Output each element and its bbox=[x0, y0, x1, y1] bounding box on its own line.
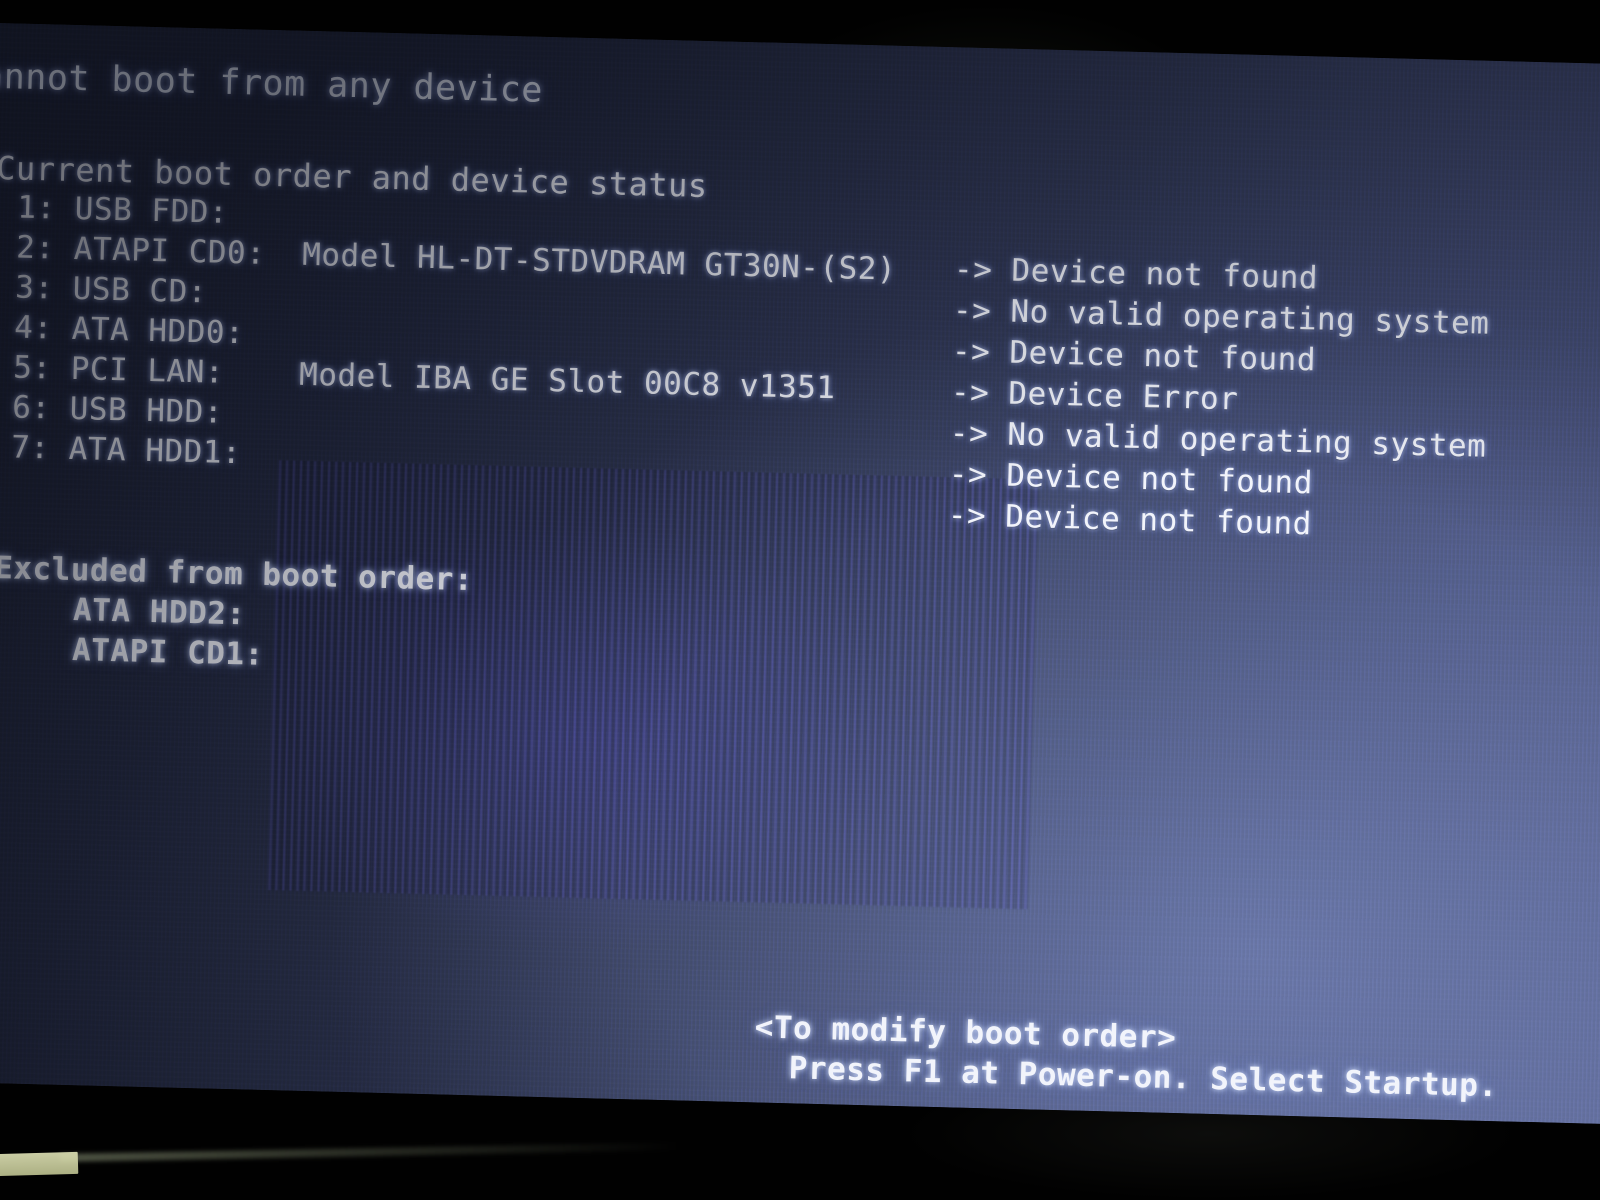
device-status: -> Device not found bbox=[951, 333, 1317, 379]
device-status: -> Device not found bbox=[947, 497, 1313, 543]
device-status: -> Device not found bbox=[948, 456, 1314, 502]
lcd-moire-center-glow bbox=[268, 460, 1039, 910]
excluded-heading: Excluded from boot order: bbox=[0, 550, 474, 599]
boot-order-row: 7: ATA HDD1: bbox=[11, 429, 242, 471]
boot-order-row: 1: USB FDD: bbox=[17, 190, 229, 231]
boot-device-name: ATAPI CD0: bbox=[73, 230, 266, 272]
boot-order-index: 4: bbox=[13, 309, 73, 347]
boot-order-index: 7: bbox=[10, 429, 70, 467]
boot-device-name: USB HDD: bbox=[69, 390, 224, 431]
bios-screen-surface: Cannot boot from any device Current boot… bbox=[0, 22, 1600, 1125]
boot-order-row: 4: ATA HDD0: bbox=[14, 309, 245, 351]
boot-order-list: 1: USB FDD: 2: ATAPI CD0: Model HL-DT-STDV… bbox=[0, 22, 1600, 472]
monitor-photo: Cannot boot from any device Current boot… bbox=[0, 0, 1600, 1200]
boot-order-row: 6: USB HDD: bbox=[12, 389, 224, 430]
device-status: -> Device Error bbox=[950, 374, 1239, 418]
lcd-screen: Cannot boot from any device Current boot… bbox=[0, 22, 1600, 1125]
boot-order-row: 3: USB CD: bbox=[15, 269, 208, 310]
boot-order-index: 3: bbox=[14, 269, 74, 307]
modify-boot-order-hint: <To modify boot order> bbox=[754, 1009, 1177, 1057]
desk-object-sliver bbox=[0, 1151, 79, 1177]
boot-order-index: 1: bbox=[16, 189, 76, 227]
press-f1-hint: Press F1 at Power-on. Select Startup. bbox=[788, 1050, 1499, 1105]
boot-order-index: 5: bbox=[12, 349, 72, 387]
boot-device-model: Model IBA GE Slot 00C8 v1351 bbox=[298, 356, 837, 407]
device-status: -> Device not found bbox=[953, 251, 1319, 297]
boot-device-name: USB FDD: bbox=[74, 190, 229, 231]
boot-device-name: ATA HDD0: bbox=[71, 310, 245, 352]
boot-order-row: 5: PCI LAN: bbox=[13, 349, 225, 390]
boot-device-name: PCI LAN: bbox=[70, 350, 225, 391]
boot-device-name: USB CD: bbox=[72, 270, 208, 311]
boot-failure-title: Cannot boot from any device bbox=[0, 56, 544, 111]
boot-order-row: 2: ATAPI CD0: bbox=[16, 230, 266, 272]
excluded-device: ATA HDD2: bbox=[72, 592, 247, 633]
excluded-device: ATAPI CD1: bbox=[71, 632, 265, 673]
boot-order-index: 2: bbox=[15, 229, 75, 267]
boot-device-name: ATA HDD1: bbox=[68, 430, 242, 472]
boot-device-model: Model HL-DT-STDVDRAM GT30N-(S2) bbox=[301, 236, 897, 288]
device-status-list: -> Device not found -> No valid operating… bbox=[0, 22, 1600, 542]
boot-order-index: 6: bbox=[11, 389, 71, 427]
desk-edge-glow bbox=[59, 1142, 681, 1162]
excluded-device-list: ATA HDD2: ATAPI CD1: bbox=[0, 22, 1600, 673]
